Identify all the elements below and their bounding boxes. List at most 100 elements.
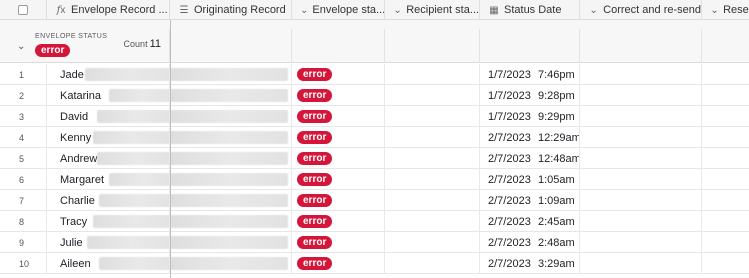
column-header-envelope-record[interactable]: fx Envelope Record ... [47,0,170,20]
select-all-checkbox-cell[interactable] [0,0,47,20]
status-date-cell[interactable]: 2/7/2023 2:45am [480,211,580,232]
recipient-status-cell[interactable] [385,211,480,232]
table-row[interactable]: 5 Andrew error 2/7/2023 12:48am [0,148,749,169]
status-date-cell[interactable]: 2/7/2023 12:48am [480,148,580,169]
envelope-status-cell[interactable]: error [292,106,385,127]
status-date-cell[interactable]: 2/7/2023 1:09am [480,190,580,211]
group-summary-cell[interactable]: ⌄ ENVELOPE STATUS error Count 11 [0,29,170,63]
recipient-status-cell[interactable] [385,253,480,274]
resend-cell[interactable] [702,253,749,274]
column-header-label: Originating Record [194,4,286,16]
correct-resend-cell[interactable] [580,190,702,211]
originating-record-cell[interactable] [170,253,292,274]
envelope-record-cell[interactable]: Andrew [47,148,170,169]
table-row[interactable]: 7 Charlie error 2/7/2023 1:09am [0,190,749,211]
envelope-status-cell[interactable]: error [292,190,385,211]
envelope-record-cell[interactable]: Jade [47,64,170,85]
correct-resend-cell[interactable] [580,85,702,106]
table-row[interactable]: 10 Aileen error 2/7/2023 3:29am [0,253,749,274]
originating-record-cell[interactable] [170,190,292,211]
recipient-status-cell[interactable] [385,106,480,127]
originating-record-cell[interactable] [170,148,292,169]
column-header-recipient-status[interactable]: ⌄ Recipient sta... [385,0,480,20]
status-date-cell[interactable]: 2/7/2023 1:05am [480,169,580,190]
recipient-status-cell[interactable] [385,232,480,253]
envelope-status-cell[interactable]: error [292,253,385,274]
status-date-cell[interactable]: 2/7/2023 3:29am [480,253,580,274]
recipient-name: Katarina [60,89,101,102]
table-row[interactable]: 9 Julie error 2/7/2023 2:48am [0,232,749,253]
envelope-record-cell[interactable]: Julie [47,232,170,253]
table-row[interactable]: 6 Margaret error 2/7/2023 1:05am [0,169,749,190]
originating-record-cell[interactable] [170,85,292,106]
originating-record-cell[interactable] [170,64,292,85]
envelope-record-cell[interactable]: Katarina [47,85,170,106]
correct-resend-cell[interactable] [580,211,702,232]
recipient-status-cell[interactable] [385,64,480,85]
envelope-record-cell[interactable]: Margaret [47,169,170,190]
originating-record-cell[interactable] [170,169,292,190]
originating-record-cell[interactable] [170,106,292,127]
correct-resend-cell[interactable] [580,106,702,127]
envelope-record-cell[interactable]: David [47,106,170,127]
originating-record-cell[interactable] [170,127,292,148]
envelope-record-cell[interactable]: Charlie [47,190,170,211]
recipient-status-cell[interactable] [385,190,480,211]
grid-header: fx Envelope Record ... ☰ Originating Rec… [0,0,749,20]
envelope-status-cell[interactable]: error [292,64,385,85]
chevron-circle-icon: ⌄ [300,4,309,16]
recipient-status-cell[interactable] [385,169,480,190]
correct-resend-cell[interactable] [580,64,702,85]
status-date: 2/7/2023 [488,257,531,270]
status-date-cell[interactable]: 2/7/2023 2:48am [480,232,580,253]
resend-cell[interactable] [702,211,749,232]
envelope-record-cell[interactable]: Aileen [47,253,170,274]
correct-resend-cell[interactable] [580,253,702,274]
resend-cell[interactable] [702,232,749,253]
envelope-status-cell[interactable]: error [292,232,385,253]
status-time: 12:29am [538,131,580,144]
status-date-cell[interactable]: 2/7/2023 12:29am [480,127,580,148]
table-row[interactable]: 8 Tracy error 2/7/2023 2:45am [0,211,749,232]
resend-cell[interactable] [702,64,749,85]
recipient-status-cell[interactable] [385,85,480,106]
frozen-column-divider[interactable] [170,20,171,278]
status-date: 2/7/2023 [488,152,531,165]
correct-resend-cell[interactable] [580,169,702,190]
envelope-record-cell[interactable]: Tracy [47,211,170,232]
recipient-status-cell[interactable] [385,127,480,148]
envelope-status-cell[interactable]: error [292,148,385,169]
column-header-resend[interactable]: ⌄ Resend [702,0,749,20]
resend-cell[interactable] [702,106,749,127]
correct-resend-cell[interactable] [580,232,702,253]
status-date-cell[interactable]: 1/7/2023 9:28pm [480,85,580,106]
resend-cell[interactable] [702,85,749,106]
resend-cell[interactable] [702,127,749,148]
resend-cell[interactable] [702,148,749,169]
column-header-correct-resend[interactable]: ⌄ Correct and re-send [580,0,702,20]
envelope-status-cell[interactable]: error [292,169,385,190]
envelope-status-cell[interactable]: error [292,211,385,232]
envelope-record-cell[interactable]: Kenny [47,127,170,148]
recipient-status-cell[interactable] [385,148,480,169]
table-row[interactable]: 3 David error 1/7/2023 9:29pm [0,106,749,127]
envelope-status-cell[interactable]: error [292,127,385,148]
resend-cell[interactable] [702,169,749,190]
table-row[interactable]: 4 Kenny error 2/7/2023 12:29am [0,127,749,148]
correct-resend-cell[interactable] [580,127,702,148]
column-header-envelope-status[interactable]: ⌄ Envelope sta... [292,0,385,20]
status-date-cell[interactable]: 1/7/2023 9:29pm [480,106,580,127]
status-date-cell[interactable]: 1/7/2023 7:46pm [480,64,580,85]
chevron-down-icon[interactable]: ⌄ [17,41,25,52]
originating-record-cell[interactable] [170,232,292,253]
envelope-status-cell[interactable]: error [292,85,385,106]
column-header-status-date[interactable]: ▦ Status Date [480,0,580,20]
select-all-checkbox[interactable] [18,5,28,15]
correct-resend-cell[interactable] [580,148,702,169]
originating-record-cell[interactable] [170,211,292,232]
column-header-originating-record[interactable]: ☰ Originating Record [170,0,292,20]
redacted-text [170,236,288,249]
table-row[interactable]: 1 Jade error 1/7/2023 7:46pm [0,64,749,85]
resend-cell[interactable] [702,190,749,211]
table-row[interactable]: 2 Katarina error 1/7/2023 9:28pm [0,85,749,106]
